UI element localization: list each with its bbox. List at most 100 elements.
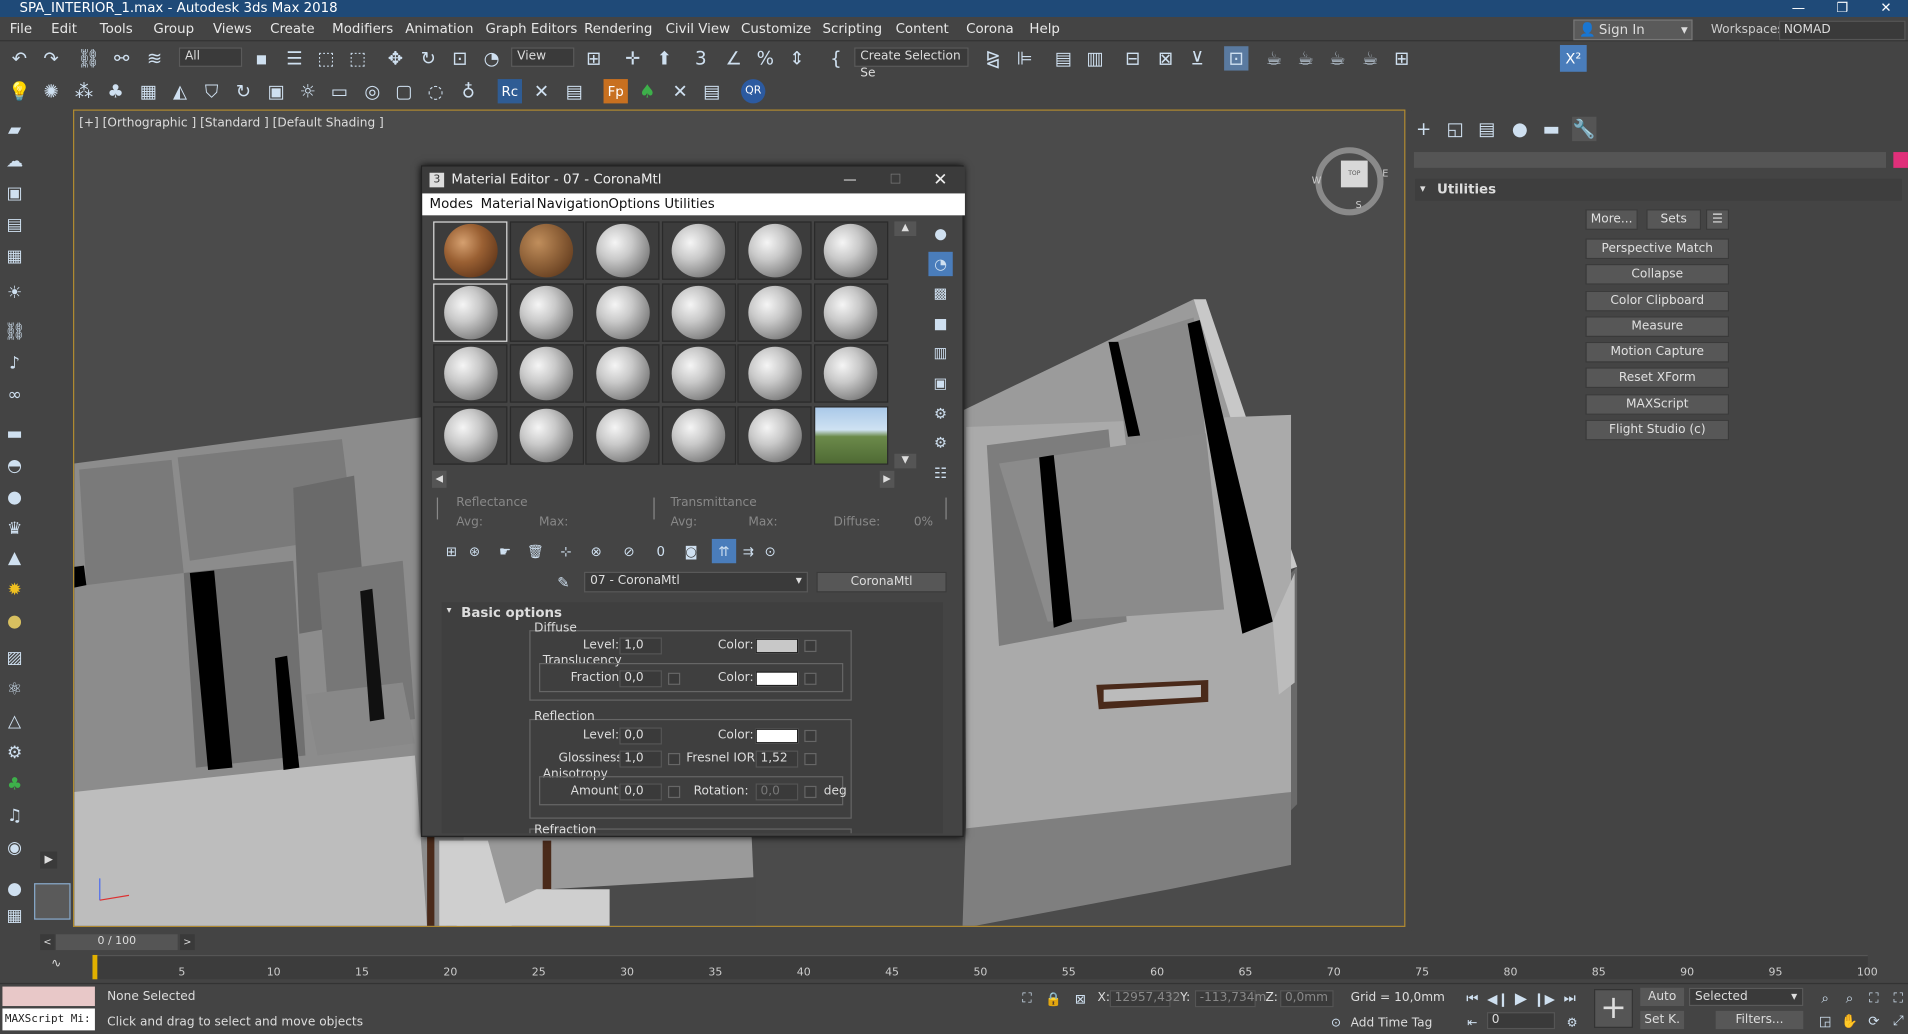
anisotropy-rotation-spinner[interactable]: 0,0 bbox=[755, 783, 799, 801]
plane-icon[interactable]: ▢ bbox=[392, 79, 416, 103]
play-icon[interactable]: ▶ bbox=[1509, 987, 1533, 1011]
sample-type-icon[interactable]: ● bbox=[928, 221, 952, 245]
spinner-snap-icon[interactable]: ⇕ bbox=[785, 46, 809, 70]
link-icon[interactable]: ⛓ bbox=[77, 46, 101, 70]
translucency-fraction-spinner[interactable]: 0,0 bbox=[619, 670, 662, 688]
absolute-mode-icon[interactable]: ⊠ bbox=[1068, 987, 1092, 1011]
material-slot[interactable] bbox=[661, 405, 736, 465]
maxscript-listener-output[interactable] bbox=[2, 986, 95, 1007]
restore-icon[interactable]: ❐ bbox=[1820, 0, 1864, 16]
panel-color-swatch[interactable] bbox=[1893, 152, 1908, 168]
camera-icon[interactable]: ▭ bbox=[327, 79, 351, 103]
rotate-view-icon[interactable]: ↻ bbox=[231, 79, 255, 103]
menu-group[interactable]: Group bbox=[153, 21, 194, 37]
options-icon[interactable]: ⚙ bbox=[928, 401, 952, 425]
measure-button[interactable]: Measure bbox=[1585, 316, 1730, 337]
material-type-button[interactable]: CoronaMtl bbox=[816, 571, 947, 593]
material-slot[interactable] bbox=[813, 405, 888, 465]
sets-button[interactable]: Sets bbox=[1646, 209, 1702, 230]
select-by-name-icon[interactable]: ☰ bbox=[282, 46, 306, 70]
material-slot[interactable] bbox=[509, 282, 584, 342]
menu-scripting[interactable]: Scripting bbox=[823, 21, 883, 37]
particle-icon[interactable]: ✺ bbox=[39, 79, 63, 103]
material-navigator-icon[interactable]: ☷ bbox=[928, 461, 952, 485]
render-online-icon[interactable]: ⊞ bbox=[1390, 46, 1414, 70]
video-color-check-icon[interactable]: ▥ bbox=[928, 341, 952, 365]
pan-icon[interactable]: ✋ bbox=[1837, 1008, 1861, 1032]
key-mode-icon[interactable]: ⇤ bbox=[1460, 1011, 1484, 1034]
curve-tool-icon[interactable]: ♪ bbox=[2, 350, 26, 377]
go-to-parent-icon[interactable]: ⇈ bbox=[711, 538, 737, 564]
select-object-icon[interactable]: ▪ bbox=[249, 46, 273, 70]
chain-tool-icon[interactable]: ⛓ bbox=[2, 319, 26, 346]
minimize-icon[interactable]: — bbox=[1777, 0, 1821, 16]
material-slot[interactable] bbox=[585, 221, 660, 280]
scroll-up-icon[interactable]: ▲ bbox=[894, 221, 917, 237]
edit-named-sets-icon[interactable]: { bbox=[824, 46, 848, 70]
glossiness-spinner[interactable]: 1,0 bbox=[619, 750, 662, 768]
diffuse-map-button[interactable] bbox=[804, 639, 817, 653]
maximize-viewport-icon[interactable]: ⤢ bbox=[1886, 1008, 1908, 1032]
maxscript-button[interactable]: MAXScript bbox=[1585, 394, 1730, 415]
go-to-start-icon[interactable]: ⏮ bbox=[1460, 987, 1484, 1011]
backlight-icon[interactable]: ◔ bbox=[928, 251, 953, 277]
key-filters-button[interactable]: Filters... bbox=[1715, 1010, 1804, 1030]
motion-panel-icon[interactable]: ● bbox=[1508, 117, 1532, 141]
next-key-icon[interactable]: ❙▶ bbox=[1532, 987, 1556, 1011]
translucency-color-map-button[interactable] bbox=[804, 672, 817, 685]
modify-panel-icon[interactable]: ◱ bbox=[1443, 117, 1467, 141]
put-to-library-icon[interactable]: ⊗ bbox=[584, 539, 608, 563]
workspace-select[interactable]: NOMAD bbox=[1778, 20, 1906, 41]
menu-rendering[interactable]: Rendering bbox=[584, 21, 652, 37]
maxscript-mini-listener[interactable]: MAXScript Mi: bbox=[2, 1008, 95, 1031]
menu-utilities[interactable]: Utilities bbox=[664, 193, 714, 215]
unlink-icon[interactable]: ⚯ bbox=[110, 46, 134, 70]
sphere-tool-icon[interactable]: ● bbox=[2, 484, 26, 511]
fresnel-ior-spinner[interactable]: 1,52 bbox=[755, 750, 799, 768]
set-key-icon[interactable]: + bbox=[1594, 989, 1633, 1028]
translucency-color-swatch[interactable] bbox=[755, 671, 799, 687]
background-icon[interactable]: ▩ bbox=[928, 281, 952, 305]
sun-tool-icon[interactable]: ✹ bbox=[2, 577, 26, 604]
scale-icon[interactable]: ⊡ bbox=[448, 46, 472, 70]
curve-editor-mini-icon[interactable]: ∿ bbox=[51, 957, 61, 970]
railclone-icon[interactable]: ⛉ bbox=[200, 79, 224, 103]
get-material-icon[interactable]: ⊞ bbox=[439, 539, 463, 563]
material-slot[interactable] bbox=[737, 221, 812, 280]
auto-key-button[interactable]: Auto bbox=[1640, 987, 1685, 1007]
material-slot[interactable] bbox=[433, 405, 508, 465]
pick-material-icon[interactable]: ✎ bbox=[551, 571, 575, 595]
flight-studio-button[interactable]: Flight Studio (c) bbox=[1585, 419, 1730, 441]
make-preview-icon[interactable]: ▣ bbox=[928, 371, 952, 395]
go-forward-icon[interactable]: ⇉ bbox=[736, 539, 760, 563]
perspective-match-button[interactable]: Perspective Match bbox=[1585, 238, 1730, 260]
anisotropy-rotation-map-button[interactable] bbox=[804, 785, 817, 799]
image-tool-icon[interactable]: ▣ bbox=[2, 180, 26, 207]
material-name-select[interactable]: 07 - CoronaMtl ▾ bbox=[584, 571, 808, 593]
go-to-end-icon[interactable]: ⏭ bbox=[1558, 987, 1582, 1011]
field-of-view-icon[interactable]: ◲ bbox=[1813, 1008, 1837, 1032]
display-panel-icon[interactable]: ▬ bbox=[1539, 117, 1563, 141]
panel-name-field[interactable] bbox=[1413, 152, 1887, 168]
assign-material-icon[interactable]: ☛ bbox=[493, 539, 517, 563]
material-slot[interactable] bbox=[585, 344, 660, 403]
viewcube-top[interactable]: TOP bbox=[1340, 160, 1368, 188]
orbit-icon[interactable]: ⟳ bbox=[1862, 1008, 1886, 1032]
menu-corona[interactable]: Corona bbox=[966, 21, 1014, 37]
material-slot[interactable] bbox=[737, 282, 812, 342]
create-panel-icon[interactable]: + bbox=[1411, 117, 1435, 141]
reflection-color-swatch[interactable] bbox=[755, 728, 799, 744]
list-icon[interactable]: ▤ bbox=[700, 79, 724, 103]
interactive-render-icon[interactable]: ✕ bbox=[529, 79, 553, 103]
key-filter-select[interactable]: Selected ▾ bbox=[1688, 987, 1804, 1007]
scatter-icon[interactable]: ⁂ bbox=[72, 79, 96, 103]
viewport-layout-button[interactable] bbox=[34, 883, 71, 920]
select-manipulate-icon[interactable]: ✛ bbox=[621, 46, 645, 70]
material-slot[interactable] bbox=[433, 344, 508, 403]
menu-navigation[interactable]: Navigation bbox=[537, 193, 609, 215]
ribbon-icon[interactable]: ▥ bbox=[1083, 46, 1107, 70]
next-frame-icon[interactable]: > bbox=[180, 934, 195, 951]
minimize-icon[interactable]: — bbox=[843, 167, 856, 194]
anisotropy-amount-map-button[interactable] bbox=[668, 785, 681, 799]
molecule-tool-icon[interactable]: ⚛ bbox=[2, 676, 26, 703]
